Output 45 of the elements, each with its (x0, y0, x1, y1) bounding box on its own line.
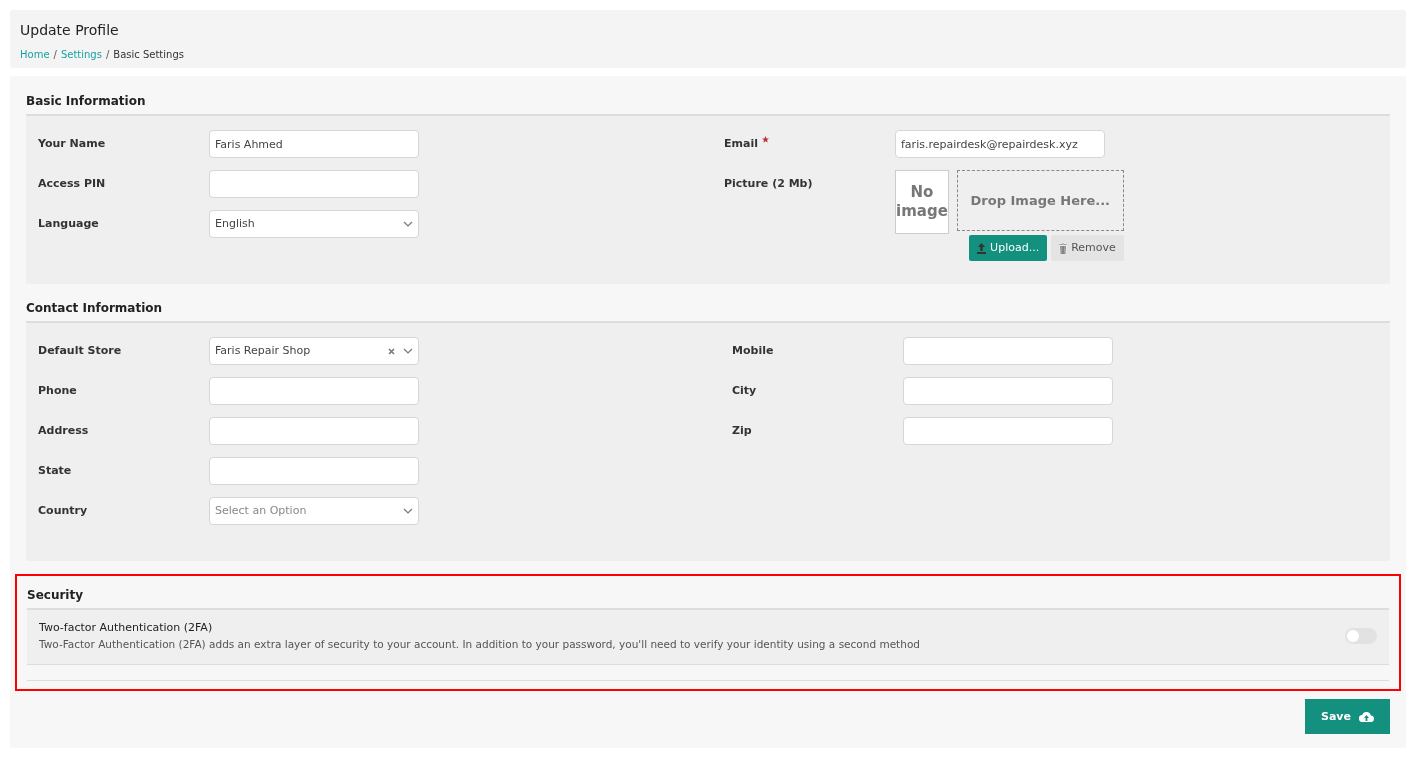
select-field[interactable]: Faris Repair Shop (209, 337, 419, 365)
chevron-down-icon (403, 348, 413, 354)
select-field[interactable]: English (209, 210, 419, 238)
field-label: Mobile (732, 343, 775, 359)
setting-title: Two-factor Authentication (2FA) (39, 620, 214, 636)
chevron-down-icon (403, 508, 413, 514)
trash-icon (1059, 242, 1068, 254)
breadcrumb-separator: / (105, 48, 110, 62)
remove-button[interactable]: Remove (1051, 235, 1124, 261)
field-label: Language (38, 216, 100, 232)
cloud-upload-icon (1359, 711, 1374, 723)
upload-button[interactable]: Upload... (969, 235, 1048, 261)
text-field[interactable] (209, 457, 419, 485)
breadcrumb-separator: / (53, 48, 57, 62)
text-field[interactable] (209, 170, 419, 198)
toggle-switch[interactable] (1345, 628, 1377, 645)
upload-icon (977, 242, 987, 254)
text-field[interactable]: faris.repairdesk@repairdesk.xyz (895, 130, 1105, 158)
field-label: Address (38, 423, 90, 439)
save-button[interactable]: Save (1305, 699, 1390, 735)
breadcrumb-current: Basic Settings (113, 48, 184, 62)
field-label: Country (38, 503, 89, 519)
breadcrumb-link[interactable]: Settings (60, 47, 102, 62)
setting-description: Two-Factor Authentication (2FA) adds an extra layer of security to your account. In addition to your password, you'll need to verify your identity using a second method (39, 636, 920, 652)
breadcrumb-link[interactable]: Home (20, 47, 50, 62)
image-preview: No image (895, 170, 949, 234)
text-field[interactable] (903, 337, 1113, 365)
text-field[interactable] (209, 417, 419, 445)
field-label: Phone (38, 383, 78, 399)
field-label: Picture (2 Mb) (724, 176, 814, 192)
field-label: Zip (732, 423, 753, 439)
drop-zone[interactable]: Drop Image Here... (956, 170, 1124, 231)
select-field[interactable]: Select an Option (209, 497, 419, 525)
chevron-down-icon (403, 221, 413, 227)
text-field[interactable]: Faris Ahmed (209, 130, 419, 158)
field-label: Email (724, 130, 895, 153)
text-field[interactable] (903, 417, 1113, 445)
text-field[interactable] (903, 377, 1113, 405)
text-field[interactable] (209, 377, 419, 405)
field-label: Your Name (38, 136, 107, 152)
field-label: Access PIN (38, 176, 107, 192)
field-label: City (732, 383, 758, 399)
field-label: Default Store (38, 343, 123, 359)
page-title: Update Profile (20, 21, 120, 40)
field-label: State (38, 463, 73, 479)
